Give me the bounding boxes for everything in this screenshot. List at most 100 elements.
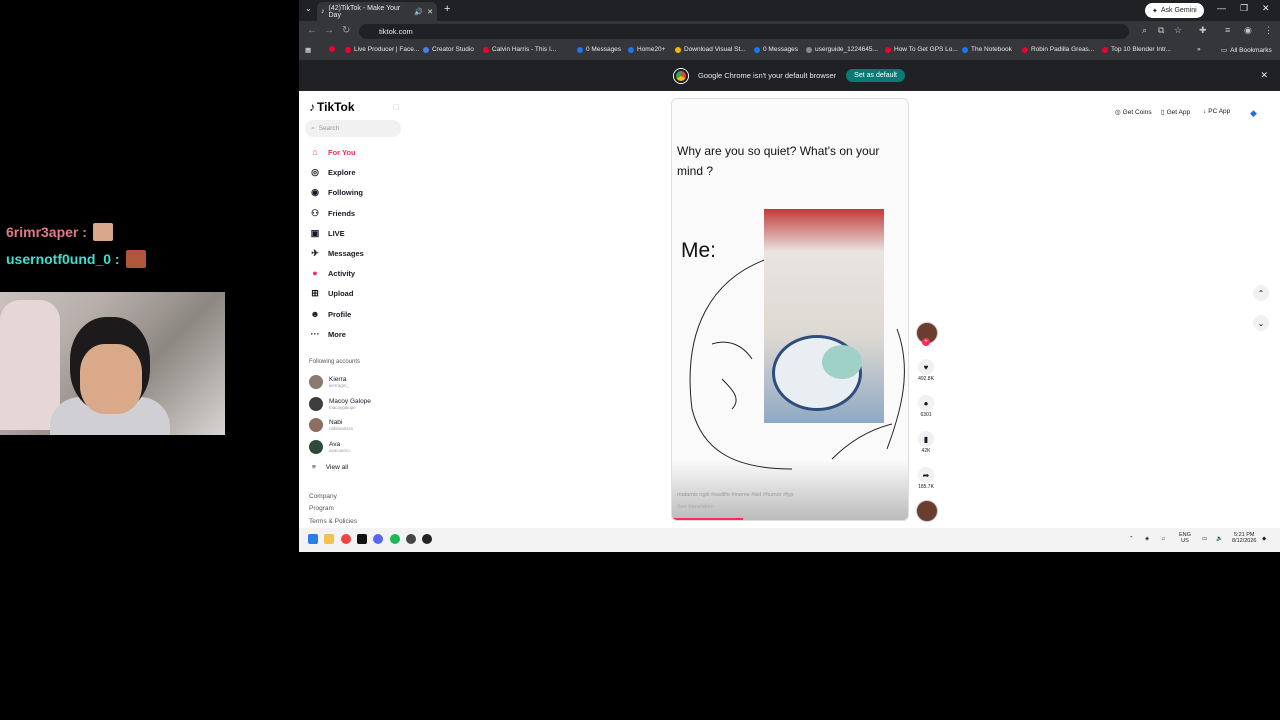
zoom-icon[interactable]: ⌕ [1142,25,1147,36]
search-placeholder: Search [318,125,340,132]
bookmark-item[interactable] [329,46,335,52]
apps-icon[interactable]: ▦ [305,46,311,54]
video-progress-bar[interactable] [672,518,743,520]
bookmark-item[interactable]: 0 Messages [577,46,621,53]
share-icon: ➦ [918,467,934,483]
pc-app-link[interactable]: ↓ PC App [1203,108,1230,115]
follow-plus-icon[interactable]: + [922,338,930,346]
bookmark-item[interactable]: Calvin Harris - This I... [483,46,556,53]
sound-avatar[interactable] [916,500,938,522]
bookmark-icon: ▮ [918,431,934,447]
more-icon: ··· [310,329,320,339]
share-button[interactable]: ➦ 185.7K [916,467,936,490]
minimize-icon[interactable]: — [1217,3,1226,13]
footer-terms[interactable]: Terms & Policies [309,518,357,525]
infobar-close-icon[interactable]: ✕ [1260,70,1268,81]
bookmark-item[interactable]: 0 Messages [754,46,798,53]
url-field[interactable]: tiktok.com [359,24,1129,39]
maximize-icon[interactable]: ❐ [1240,3,1248,14]
bookmark-item[interactable]: Top 10 Blender Intr... [1102,46,1171,53]
spotify-icon[interactable] [390,534,400,544]
video-player[interactable]: Why are you so quiet? What's on your min… [671,98,909,521]
nav-upload[interactable]: ⊞ Upload [309,288,353,299]
back-icon[interactable]: ← [307,25,317,36]
tray-chevron-icon[interactable]: ⌃ [1129,536,1134,542]
profile-icon[interactable]: ◉ [1244,25,1252,36]
tab-tiktok[interactable]: ♪ (42)TikTok - Make Your Day 🔊 ✕ [317,2,437,21]
bookmark-item[interactable]: Robin Padilla Greas... [1022,46,1094,53]
notification-icon[interactable]: ◆ [1262,536,1266,542]
install-icon[interactable]: ⧉ [1158,25,1164,36]
tab-search-icon[interactable]: ⌄ [305,4,312,13]
discord-icon[interactable] [373,534,383,544]
chevron-down-icon[interactable]: ⌄ [1253,315,1269,331]
chat-username: 6rimr3aper : [6,224,87,240]
tray-mic-icon[interactable]: ♫ [1161,536,1165,542]
more-bookmarks-icon[interactable]: » [1197,46,1201,53]
bookmark-button[interactable]: ▮ 42K [916,431,936,454]
account-item[interactable]: Nabi nabimarisss [309,418,353,432]
nav-messages[interactable]: ✈ Messages [309,248,364,259]
bookmark-item[interactable]: Home20+ [628,46,665,53]
new-tab-icon[interactable]: + [444,3,450,15]
account-item[interactable]: Kierra kierragm_ [309,375,349,389]
tiktok-logo[interactable]: ♪ TikTok [309,100,355,114]
search-input[interactable]: ⌕ Search [305,120,401,137]
file-explorer-icon[interactable] [324,534,334,544]
view-all-link[interactable]: ≡ View all [312,464,348,471]
user-avatar[interactable]: ◆ [1250,108,1257,119]
chevron-up-icon[interactable]: ⌃ [1253,285,1269,301]
set-default-button[interactable]: Set as default [846,69,905,82]
extensions-icon[interactable]: ✚ [1199,25,1207,36]
avatar [309,418,323,432]
bookmark-item[interactable]: userguide_1224645... [806,46,878,53]
chrome-taskbar-icon[interactable] [341,534,351,544]
comment-button[interactable]: ● 6301 [916,395,936,418]
tab-close-icon[interactable]: ✕ [427,8,433,16]
menu-icon[interactable]: ⋮ [1264,25,1273,36]
forward-icon[interactable]: → [324,25,334,36]
footer-program[interactable]: Program [309,505,334,512]
account-item[interactable]: Macoy Galope macoygalope [309,397,371,411]
x-app-icon[interactable] [357,534,367,544]
footer-company[interactable]: Company [309,493,337,500]
get-coins-link[interactable]: ◎ Get Coins [1115,108,1152,117]
nav-more[interactable]: ··· More [309,329,346,339]
tiktok-page: ♪ TikTok ▢ ⌕ Search ⌂ For You ◎ Explore ◉ F… [299,91,1280,528]
all-bookmarks[interactable]: ▭ All Bookmarks [1221,46,1272,55]
obs-icon[interactable] [422,534,432,544]
nav-live[interactable]: ▣ LIVE [309,228,345,239]
nav-following[interactable]: ◉ Following [309,187,363,198]
bookmark-item[interactable]: Creator Studio [423,46,474,53]
following-accounts-label: Following accounts [309,359,361,365]
nav-activity[interactable]: ● Activity [309,268,355,278]
start-icon[interactable] [308,534,318,544]
close-window-icon[interactable]: ✕ [1262,3,1270,14]
ask-gemini-button[interactable]: ✦ Ask Gemini [1145,3,1204,18]
nav-profile[interactable]: ☻ Profile [309,309,351,319]
emote-icon [92,223,113,241]
network-icon[interactable]: ▭ [1202,536,1207,542]
nav-for-you[interactable]: ⌂ For You [309,147,355,157]
like-button[interactable]: ♥ 492.8K [916,359,936,382]
bookmark-item[interactable]: Live Producer | Face... [345,46,419,53]
reload-icon[interactable]: ↻ [342,25,350,36]
steam-icon[interactable] [406,534,416,544]
nav-friends[interactable]: ⚇ Friends [309,208,355,219]
collapse-sidebar-icon[interactable]: ▢ [393,103,400,111]
media-icon[interactable]: ≡ [1225,25,1230,35]
clock[interactable]: 5:21 PM 8/12/2026 [1232,532,1256,544]
language-indicator[interactable]: ENG US [1179,532,1191,544]
star-icon[interactable]: ☆ [1174,25,1182,36]
volume-icon[interactable]: 🔈 [1216,536,1223,542]
account-item[interactable]: Ava avacuervo [309,440,350,454]
nav-explore[interactable]: ◎ Explore [309,167,355,178]
get-app-link[interactable]: ▯ Get App [1161,108,1190,117]
bookmark-item[interactable]: Download Visual St... [675,46,746,53]
chevron-down-icon: ≡ [312,464,316,471]
bookmark-item[interactable]: The Notebook [962,46,1012,53]
bookmark-item[interactable]: How To Get GPS Lo... [885,46,958,53]
tab-audio-icon[interactable]: 🔊 [414,8,423,16]
tray-app-icon[interactable]: ◈ [1145,536,1149,542]
see-translation-link[interactable]: See translation [677,504,714,510]
